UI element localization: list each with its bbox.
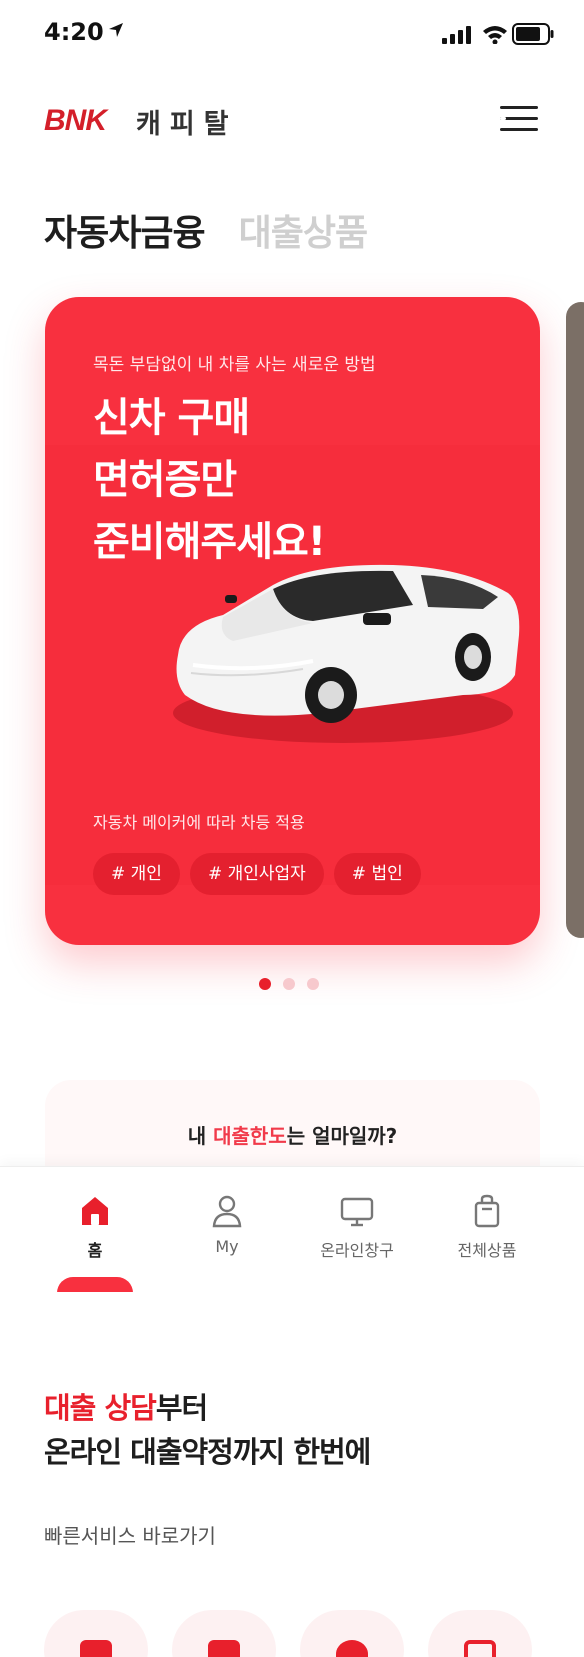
person-icon bbox=[212, 1195, 242, 1228]
tag-sole-proprietor[interactable]: # 개인사업자 bbox=[189, 853, 324, 895]
lower-section: 대출 상담부터 온라인 대출약정까지 한번에 빠른서비스 바로가기 bbox=[0, 1292, 584, 1657]
quick-service-label: 빠른서비스 바로가기 bbox=[44, 1524, 216, 1548]
card-note: 자동차 메이커에 따라 차등 적용 bbox=[93, 813, 305, 832]
limit-highlight: 대출한도 bbox=[213, 1124, 287, 1148]
quick-service-icon bbox=[464, 1640, 496, 1657]
card-eyebrow: 목돈 부담없이 내 차를 사는 새로운 방법 bbox=[93, 355, 376, 375]
tabbar-all-products[interactable]: 전체상품 bbox=[432, 1193, 542, 1261]
app-header: BNK 캐피탈 bbox=[0, 90, 584, 146]
tag-corporation[interactable]: # 법인 bbox=[333, 853, 421, 895]
tab-car-finance[interactable]: 자동차금융 bbox=[44, 204, 206, 256]
quick-service-item[interactable] bbox=[172, 1610, 276, 1657]
quick-service-row bbox=[44, 1610, 532, 1657]
tab-loan-products[interactable]: 대출상품 bbox=[239, 204, 368, 256]
tabbar-label: 홈 bbox=[87, 1241, 103, 1260]
quick-service-icon bbox=[208, 1640, 240, 1657]
hamburger-menu-icon[interactable] bbox=[500, 104, 538, 132]
card-title-line: 신차 구매 bbox=[93, 395, 250, 441]
bag-icon bbox=[474, 1194, 500, 1228]
status-time: 4:20 bbox=[44, 18, 104, 46]
carousel-dot-active[interactable] bbox=[259, 978, 271, 990]
location-arrow-icon bbox=[109, 23, 123, 37]
hero-card-new-car[interactable]: 목돈 부담없이 내 차를 사는 새로운 방법 신차 구매 면허증만 준비해주세요… bbox=[45, 297, 540, 945]
quick-service-icon bbox=[336, 1640, 368, 1657]
card-title-line: 면허증만 bbox=[93, 457, 237, 503]
home-icon bbox=[82, 1197, 108, 1225]
monitor-icon bbox=[340, 1197, 374, 1227]
loan-limit-text: 내 대출한도는 얼마일까? bbox=[45, 1120, 540, 1149]
status-bar: 4:20 bbox=[0, 0, 584, 66]
quick-service-item[interactable] bbox=[44, 1610, 148, 1657]
limit-prefix: 내 bbox=[187, 1124, 214, 1148]
quick-service-item[interactable] bbox=[300, 1610, 404, 1657]
cellular-signal-icon bbox=[442, 26, 471, 44]
carousel-dot[interactable] bbox=[307, 978, 319, 990]
carousel-dot[interactable] bbox=[283, 978, 295, 990]
tabbar-home[interactable]: 홈 bbox=[40, 1193, 150, 1261]
tabbar-label: 전체상품 bbox=[457, 1241, 517, 1260]
limit-suffix: 는 얼마일까? bbox=[286, 1124, 398, 1148]
tabbar-label: My bbox=[215, 1237, 239, 1256]
logo-brand[interactable]: BNK bbox=[44, 104, 107, 138]
logo-subtitle: 캐피탈 bbox=[136, 109, 238, 140]
carousel-pagination bbox=[259, 978, 319, 990]
quick-service-icon bbox=[80, 1640, 112, 1657]
lower-title-line-2: 온라인 대출약정까지 한번에 bbox=[44, 1435, 371, 1469]
tabbar-my[interactable]: My bbox=[172, 1193, 282, 1256]
lower-section-title: 대출 상담부터 온라인 대출약정까지 한번에 bbox=[44, 1386, 371, 1474]
tag-individual[interactable]: # 개인 bbox=[93, 853, 180, 895]
tabbar-online-window[interactable]: 온라인창구 bbox=[302, 1193, 412, 1261]
card-tags: # 개인 # 개인사업자 # 법인 bbox=[93, 853, 421, 895]
lower-title-highlight: 대출 상담 bbox=[44, 1391, 157, 1425]
white-car-illustration bbox=[173, 564, 520, 743]
lower-title-rest: 부터 bbox=[155, 1391, 208, 1425]
category-tabs: 자동차금융 대출상품 bbox=[44, 204, 368, 256]
tabbar-label: 온라인창구 bbox=[320, 1241, 394, 1260]
active-tab-indicator bbox=[57, 1277, 133, 1293]
quick-service-item[interactable] bbox=[428, 1610, 532, 1657]
next-card-peek[interactable] bbox=[566, 302, 584, 938]
bottom-tab-bar: 홈 My 온라인창구 전체상품 bbox=[0, 1166, 584, 1293]
battery-icon bbox=[512, 23, 554, 45]
wifi-icon bbox=[483, 26, 507, 44]
